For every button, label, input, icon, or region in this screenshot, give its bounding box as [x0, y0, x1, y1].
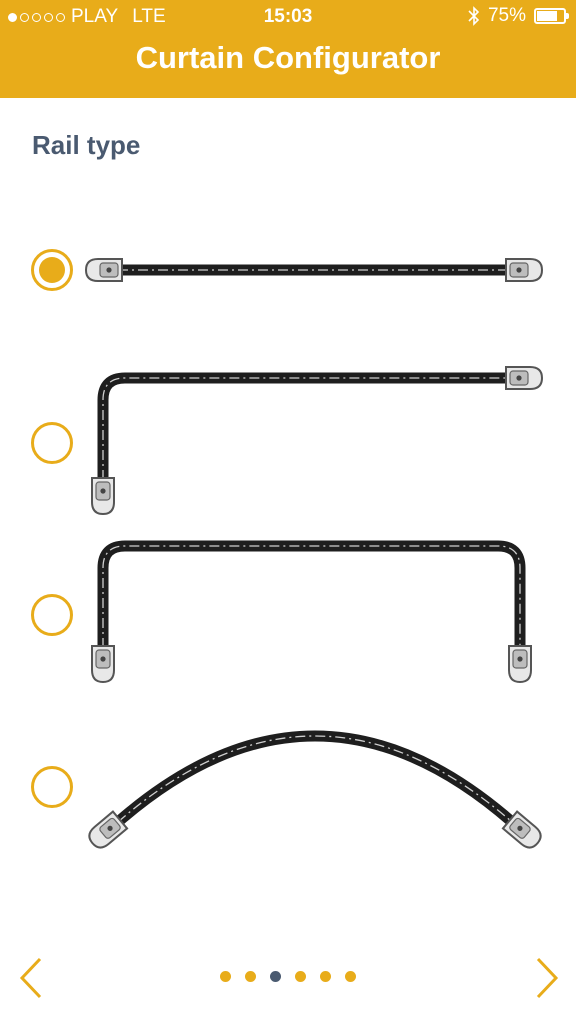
page-dot — [245, 971, 256, 982]
rail-l-shape-image — [91, 366, 543, 515]
page-dot — [270, 971, 281, 982]
rail-u-shape-image — [91, 540, 532, 683]
page-dot — [320, 971, 331, 982]
rail-option-straight-radio[interactable] — [31, 249, 73, 291]
rail-illustrations — [84, 258, 546, 853]
rail-option-l-shape-radio[interactable] — [31, 422, 73, 464]
rail-option-arc-radio[interactable] — [31, 766, 73, 808]
rail-option-u-shape-radio[interactable] — [31, 594, 73, 636]
rail-straight-image — [85, 258, 543, 282]
page-dot — [295, 971, 306, 982]
chevron-right-icon — [536, 957, 559, 999]
page-indicator — [0, 971, 576, 982]
page-dot — [220, 971, 231, 982]
next-button[interactable] — [528, 955, 564, 1001]
rail-arc-image — [84, 730, 546, 853]
page-dot — [345, 971, 356, 982]
